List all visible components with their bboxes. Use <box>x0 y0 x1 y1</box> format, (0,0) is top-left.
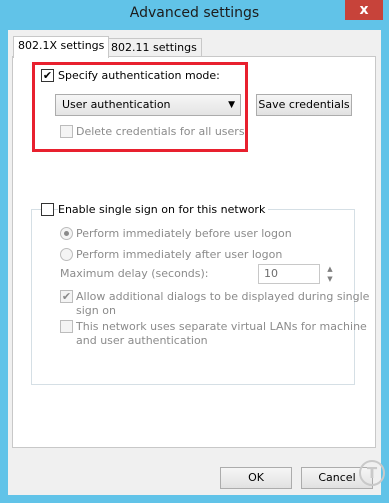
title-bar[interactable]: Advanced settings x <box>0 0 389 30</box>
chevron-down-icon: ▼ <box>228 100 235 110</box>
check-icon: ✔ <box>42 69 53 82</box>
max-delay-input[interactable]: 10 <box>258 264 320 284</box>
allow-dialogs-label-line2: sign on <box>76 304 116 317</box>
save-credentials-button[interactable]: Save credentials <box>256 94 352 116</box>
allow-dialogs-label-line1: Allow additional dialogs to be displayed… <box>76 290 370 303</box>
tab-label: 802.11 settings <box>111 41 197 54</box>
check-icon: ✔ <box>61 290 72 303</box>
after-logon-radio[interactable] <box>60 248 73 261</box>
separate-vlans-checkbox[interactable] <box>60 320 73 333</box>
ok-label: OK <box>248 471 264 484</box>
before-logon-radio[interactable] <box>60 227 73 240</box>
auth-mode-select[interactable]: User authentication ▼ <box>55 94 241 116</box>
allow-dialogs-checkbox[interactable]: ✔ <box>60 290 73 303</box>
before-logon-label: Perform immediately before user logon <box>76 227 292 240</box>
dialog-client-area: 802.1X settings 802.11 settings ✔ Specif… <box>8 30 381 495</box>
delete-credentials-label: Delete credentials for all users <box>76 125 245 138</box>
close-icon: x <box>359 2 369 18</box>
after-logon-label: Perform immediately after user logon <box>76 248 283 261</box>
cancel-label: Cancel <box>318 471 356 484</box>
tab-802-11-settings[interactable]: 802.11 settings <box>106 38 202 58</box>
spin-down-icon[interactable]: ▼ <box>322 274 338 284</box>
specify-auth-mode-checkbox[interactable]: ✔ <box>41 69 54 82</box>
tab-panel-802-1x: ✔ Specify authentication mode: User auth… <box>12 56 376 448</box>
tab-label: 802.1X settings <box>18 39 105 52</box>
delete-credentials-checkbox[interactable] <box>60 125 73 138</box>
max-delay-spinner[interactable]: ▲ ▼ <box>322 264 338 284</box>
separate-vlans-label-line2: and user authentication <box>76 334 208 347</box>
ok-button[interactable]: OK <box>220 467 292 489</box>
max-delay-label: Maximum delay (seconds): <box>60 267 209 280</box>
tab-802-1x-settings[interactable]: 802.1X settings <box>13 36 110 58</box>
window-title: Advanced settings <box>129 5 260 21</box>
window-frame: Advanced settings x 802.1X settings 802.… <box>0 0 389 503</box>
close-button[interactable]: x <box>345 0 383 20</box>
enable-sso-checkbox[interactable] <box>41 203 54 216</box>
save-credentials-label: Save credentials <box>258 98 350 111</box>
enable-sso-label: Enable single sign on for this network <box>58 203 269 216</box>
specify-auth-mode-label: Specify authentication mode: <box>58 69 220 82</box>
radio-selected-dot <box>64 231 69 236</box>
separate-vlans-label-line1: This network uses separate virtual LANs … <box>76 320 367 333</box>
auth-mode-value: User authentication <box>62 98 171 111</box>
spin-up-icon[interactable]: ▲ <box>322 264 338 274</box>
logo-watermark: T <box>359 460 385 486</box>
